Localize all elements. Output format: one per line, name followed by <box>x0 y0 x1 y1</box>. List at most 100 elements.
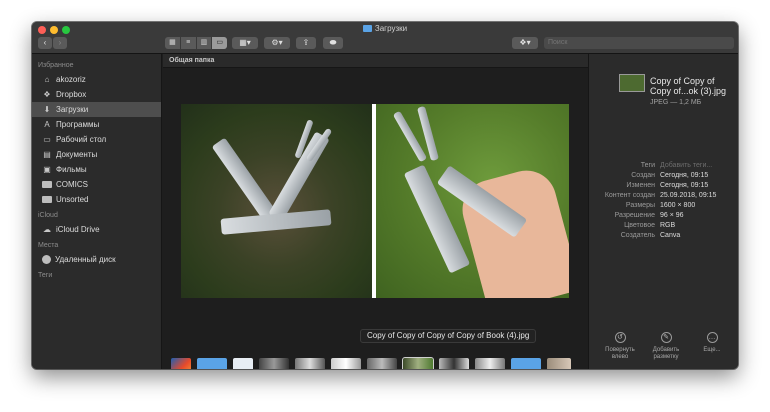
titlebar: Загрузки ‹ › ▦ ≡ ▥ ▭ ▦▾ ⚙▾ ⇪ ⬬ ❖▾ <box>32 22 738 54</box>
folder-icon <box>362 25 372 32</box>
quick-actions: ↺ Повернуть влево ✎ Добавить разметку … … <box>599 332 733 361</box>
metadata-table: Теги Добавить теги... Создан Сегодня, 09… <box>593 161 735 241</box>
disk-icon <box>42 255 51 264</box>
metadata-value: Canva <box>660 232 681 239</box>
thumbnail-image[interactable] <box>295 358 325 369</box>
sidebar-item-label: Программы <box>56 120 100 129</box>
sidebar-header-favorites: Избранное <box>38 62 74 69</box>
thumbnail-image[interactable] <box>475 358 505 369</box>
group-button[interactable]: ▦▾ <box>232 37 258 49</box>
metadata-row-modified: Изменен Сегодня, 09:15 <box>593 181 735 191</box>
sidebar: Избранное ⌂ akozoriz ❖ Dropbox ⬇ Загрузк… <box>32 54 162 369</box>
metadata-key: Цветовое <box>624 222 655 229</box>
dropbox-icon[interactable]: ❖▾ <box>512 37 538 49</box>
thumbnail-image[interactable] <box>547 358 571 369</box>
metadata-row-dimensions: Размеры 1600 × 800 <box>593 201 735 211</box>
movies-icon: ▣ <box>43 165 51 174</box>
path-bar: Общая папка <box>163 54 588 68</box>
sidebar-item-label: Документы <box>56 150 98 159</box>
sidebar-item-movies[interactable]: ▣ Фильмы <box>32 162 161 177</box>
sidebar-item-label: Фильмы <box>56 165 87 174</box>
markup-icon: ✎ <box>660 332 672 343</box>
sidebar-item-unsorted[interactable]: Unsorted <box>32 192 161 207</box>
add-markup-button[interactable]: ✎ Добавить разметку <box>645 332 687 361</box>
sidebar-item-label: akozoriz <box>56 75 86 84</box>
finder-window: Загрузки ‹ › ▦ ≡ ▥ ▭ ▦▾ ⚙▾ ⇪ ⬬ ❖▾ Избран… <box>32 22 738 369</box>
sidebar-item-applications[interactable]: A Программы <box>32 117 161 132</box>
thumbnail-image[interactable] <box>367 358 397 369</box>
action-label: Еще... <box>703 347 721 353</box>
metadata-value: 1600 × 800 <box>660 202 696 209</box>
metadata-row-resolution: Разрешение 96 × 96 <box>593 211 735 221</box>
thumbnail-image[interactable] <box>259 358 289 369</box>
rotate-left-button[interactable]: ↺ Повернуть влево <box>599 332 641 361</box>
rotate-left-icon: ↺ <box>614 332 626 343</box>
inspector-pane: Copy of Copy of Copy of...ok (3).jpg JPE… <box>588 54 738 369</box>
metadata-row-creator: Создатель Canva <box>593 231 735 241</box>
search-input[interactable] <box>544 37 734 49</box>
sidebar-item-akozoriz[interactable]: ⌂ akozoriz <box>32 72 161 87</box>
sidebar-item-label: Удаленный диск <box>55 255 116 264</box>
more-button[interactable]: … Еще... <box>691 332 733 361</box>
inspector-file-name: Copy of Copy of Copy of...ok (3).jpg <box>650 76 727 96</box>
icon-view-button[interactable]: ▦ <box>165 37 181 49</box>
sidebar-item-downloads[interactable]: ⬇ Загрузки <box>32 102 161 117</box>
gallery-view-button[interactable]: ▭ <box>212 37 227 49</box>
sidebar-item-desktop[interactable]: ▭ Рабочий стол <box>32 132 161 147</box>
action-label: Добавить разметку <box>652 347 680 360</box>
more-icon: … <box>706 332 718 343</box>
filename-tooltip: Copy of Copy of Copy of Copy of Book (4)… <box>360 329 537 343</box>
share-icon[interactable]: ⇪ <box>296 37 316 49</box>
metadata-key: Разрешение <box>614 212 655 219</box>
thumbnail-image[interactable] <box>331 358 361 369</box>
sidebar-item-label: COMICS <box>56 180 88 189</box>
sidebar-item-label: Рабочий стол <box>56 135 107 144</box>
sidebar-item-label: Dropbox <box>56 90 87 99</box>
action-label: Повернуть влево <box>605 347 635 360</box>
sidebar-item-label: Загрузки <box>56 105 89 114</box>
image-preview[interactable] <box>181 104 569 298</box>
sidebar-header-locations: Места <box>38 242 59 249</box>
sidebar-item-label: Unsorted <box>56 195 89 204</box>
thumbnail-folder[interactable] <box>511 358 541 369</box>
inspector-thumbnail <box>619 74 645 92</box>
metadata-value: RGB <box>660 222 676 229</box>
sidebar-header-tags: Теги <box>38 272 53 279</box>
documents-icon: ▤ <box>43 150 51 159</box>
photo-multitool-on-grass <box>181 104 372 298</box>
metadata-value: 96 × 96 <box>660 212 684 219</box>
metadata-row-color: Цветовое RGB <box>593 221 735 231</box>
back-button[interactable]: ‹ <box>38 37 52 49</box>
sidebar-item-remote-disk[interactable]: Удаленный диск <box>32 252 161 267</box>
metadata-key: Размеры <box>625 202 655 209</box>
metadata-value: 25.09.2018, 09:15 <box>660 192 717 199</box>
home-icon: ⌂ <box>44 75 50 84</box>
forward-button[interactable]: › <box>53 37 67 49</box>
thumbnail-strip <box>163 354 588 369</box>
view-mode-group: ▦ ≡ ▥ ▭ <box>165 37 227 49</box>
list-view-button[interactable]: ≡ <box>181 37 197 49</box>
folder-icon <box>42 196 52 203</box>
downloads-icon: ⬇ <box>43 105 51 114</box>
thumbnail-document[interactable] <box>233 358 253 369</box>
metadata-key: Создан <box>631 172 655 179</box>
sidebar-item-documents[interactable]: ▤ Документы <box>32 147 161 162</box>
thumbnail-app-icon[interactable] <box>171 358 191 369</box>
gallery-pane: Общая папка Copy of Copy of Copy of Copy… <box>163 54 588 369</box>
metadata-key: Изменен <box>626 182 655 189</box>
sidebar-item-dropbox[interactable]: ❖ Dropbox <box>32 87 161 102</box>
thumbnail-folder[interactable] <box>197 358 227 369</box>
metadata-row-content-created: Контент создан 25.09.2018, 09:15 <box>593 191 735 201</box>
metadata-key: Контент создан <box>604 192 655 199</box>
thumbnail-selected-image[interactable] <box>402 357 434 369</box>
add-tags-field[interactable]: Добавить теги... <box>660 161 735 171</box>
thumbnail-image[interactable] <box>439 358 469 369</box>
metadata-value: Сегодня, 09:15 <box>660 172 709 179</box>
window-title: Загрузки <box>32 24 738 33</box>
column-view-button[interactable]: ▥ <box>197 37 213 49</box>
tag-icon[interactable]: ⬬ <box>323 37 343 49</box>
gear-icon[interactable]: ⚙▾ <box>264 37 290 49</box>
metadata-row-created: Создан Сегодня, 09:15 <box>593 171 735 181</box>
sidebar-item-comics[interactable]: COMICS <box>32 177 161 192</box>
sidebar-item-icloud-drive[interactable]: ☁ iCloud Drive <box>32 222 161 237</box>
